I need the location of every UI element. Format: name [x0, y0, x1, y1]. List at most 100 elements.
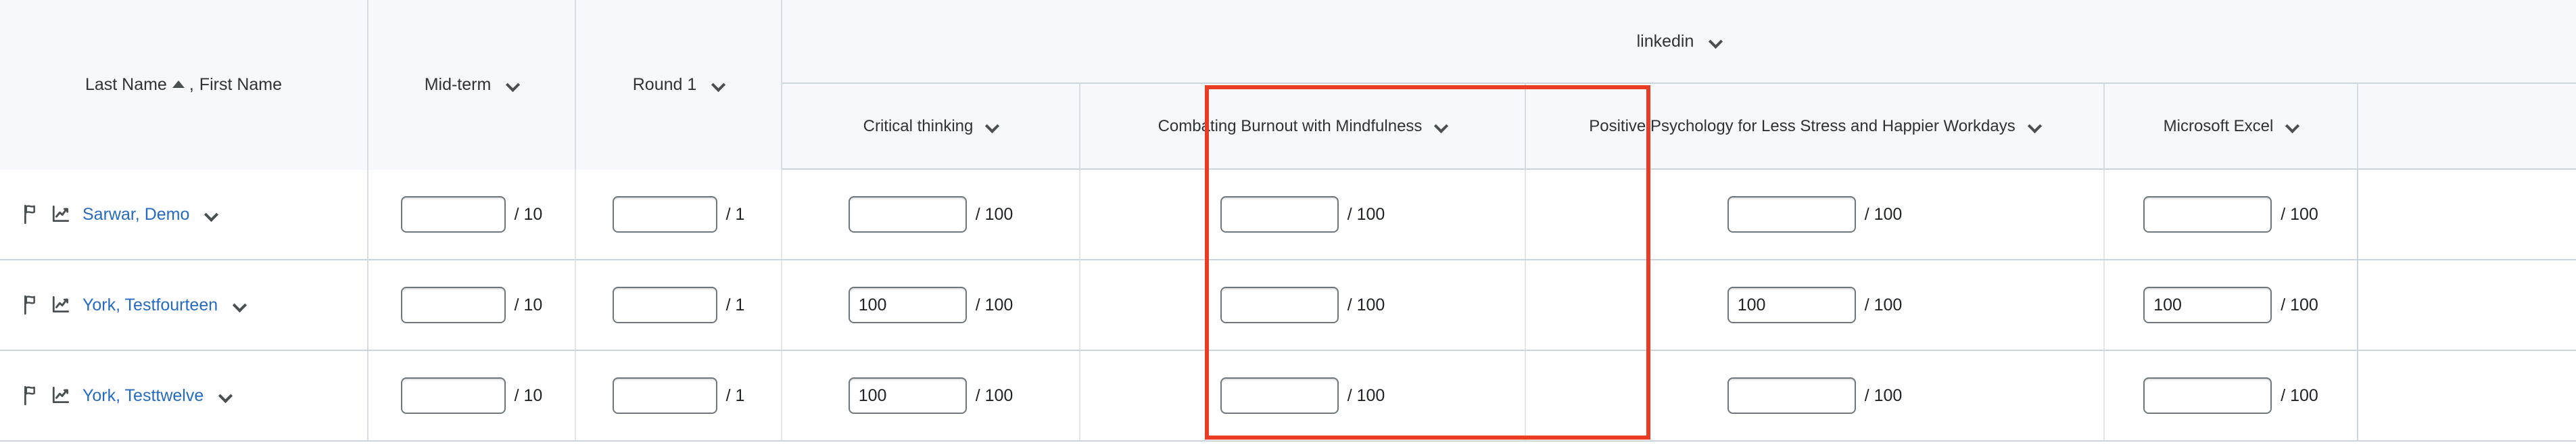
grade-entry: / 100 — [1727, 287, 1903, 323]
column-header-critical-thinking[interactable]: Critical thinking — [782, 84, 1080, 168]
grade-input-critical-thinking[interactable] — [848, 196, 967, 233]
grade-input-mid-term[interactable] — [400, 196, 506, 233]
grade-entry: / 100 — [1220, 196, 1385, 233]
column-header-mid-term[interactable]: Mid-term — [368, 0, 576, 170]
chevron-down-icon[interactable] — [1435, 120, 1447, 132]
grade-entry: / 100 — [2143, 377, 2318, 414]
grade-input-round-1[interactable] — [612, 196, 717, 233]
grade-input-microsoft-excel[interactable] — [2143, 377, 2272, 414]
student-name-wrapper: York, Testtwelve — [23, 385, 231, 406]
grade-cell-positive-psychology: / 100 — [1526, 170, 2105, 259]
grade-entry: / 100 — [1727, 196, 1903, 233]
grade-input-mid-term[interactable] — [400, 287, 506, 323]
grade-input-critical-thinking[interactable] — [848, 287, 967, 323]
table-body: Sarwar, Demo / 10 / 1 / 100 / 100 / 100 … — [0, 170, 2576, 445]
grade-input-positive-psychology[interactable] — [1727, 196, 1856, 233]
column-header-positive-psychology[interactable]: Positive Psychology for Less Stress and … — [1526, 84, 2105, 168]
grade-denominator: / 1 — [725, 385, 745, 405]
grade-denominator: / 10 — [514, 385, 543, 405]
chevron-down-icon[interactable] — [206, 209, 217, 220]
table-row: York, Testtwelve / 10 / 1 / — [0, 351, 2576, 442]
grade-input-microsoft-excel[interactable] — [2143, 196, 2272, 233]
grade-input-positive-psychology[interactable] — [1727, 377, 1856, 414]
grade-denominator: / 100 — [1347, 385, 1385, 405]
grade-entry: / 100 — [848, 196, 1013, 233]
grade-cell-positive-psychology: / 100 — [1526, 260, 2105, 350]
grade-cell-mid-term: / 10 — [368, 260, 576, 350]
flag-icon[interactable] — [23, 295, 41, 315]
grade-cell-combating-burnout: / 100 — [1080, 170, 1526, 259]
grade-entry: / 10 — [400, 196, 543, 233]
critical-thinking-label: Critical thinking — [863, 116, 974, 135]
grade-input-round-1[interactable] — [612, 287, 717, 323]
student-name-header-label: Last Name , First Name — [85, 75, 282, 95]
student-name-cell: York, Testfourteen — [0, 260, 368, 350]
group-header-linkedin[interactable]: linkedin — [782, 0, 2576, 84]
positive-psychology-label: Positive Psychology for Less Stress and … — [1589, 116, 2016, 135]
first-name-label: First Name — [199, 75, 283, 94]
grade-denominator: / 100 — [1347, 295, 1385, 314]
grade-entry: / 100 — [1220, 377, 1385, 414]
grade-input-microsoft-excel[interactable] — [2143, 287, 2272, 323]
column-header-round-1[interactable]: Round 1 — [576, 0, 782, 170]
chevron-down-icon[interactable] — [1710, 36, 1721, 47]
grade-entry: / 100 — [848, 287, 1013, 323]
grade-cell-mid-term: / 10 — [368, 351, 576, 440]
mid-term-header-label: Mid-term — [425, 75, 519, 95]
column-header-microsoft-excel[interactable]: Microsoft Excel — [2105, 84, 2358, 168]
trend-chart-icon[interactable] — [51, 385, 71, 406]
grade-entry: / 100 — [2143, 196, 2318, 233]
combating-burnout-header-label: Combating Burnout with Mindfulness — [1158, 117, 1448, 136]
student-name-link[interactable]: York, Testtwelve — [82, 386, 204, 406]
grade-entry: / 10 — [400, 287, 542, 323]
mid-term-label: Mid-term — [424, 75, 492, 94]
column-header-combating-burnout[interactable]: Combating Burnout with Mindfulness — [1080, 84, 1526, 168]
chevron-down-icon[interactable] — [234, 300, 245, 311]
chevron-down-icon[interactable] — [220, 390, 231, 402]
table-header: Last Name , First Name Mid-term Round 1 — [0, 0, 2576, 170]
last-name-label: Last Name — [85, 75, 167, 94]
trend-chart-icon[interactable] — [51, 204, 71, 225]
column-group-linkedin: linkedin Critical thinking Combating Bur… — [782, 0, 2576, 170]
chevron-down-icon[interactable] — [986, 120, 998, 132]
chevron-down-icon[interactable] — [2029, 120, 2041, 132]
grade-denominator: / 100 — [2281, 385, 2318, 405]
chevron-down-icon[interactable] — [507, 79, 519, 91]
student-name-wrapper: York, Testfourteen — [23, 295, 245, 315]
column-header-student-name[interactable]: Last Name , First Name — [0, 0, 368, 170]
group-header-linkedin-label: linkedin — [1637, 32, 1722, 51]
grade-input-combating-burnout[interactable] — [1220, 377, 1339, 414]
student-name-link[interactable]: Sarwar, Demo — [82, 205, 189, 225]
student-name-wrapper: Sarwar, Demo — [23, 204, 217, 225]
microsoft-excel-header-label: Microsoft Excel — [2164, 117, 2299, 136]
student-name-link[interactable]: York, Testfourteen — [82, 296, 218, 315]
combating-burnout-label: Combating Burnout with Mindfulness — [1158, 116, 1423, 135]
grade-cell-mid-term: / 10 — [368, 170, 576, 259]
round-1-header-label: Round 1 — [633, 75, 725, 95]
grade-input-mid-term[interactable] — [400, 377, 506, 414]
flag-icon[interactable] — [23, 204, 41, 225]
grade-denominator: / 10 — [514, 204, 543, 224]
table-row: Sarwar, Demo / 10 / 1 / 100 / 100 / 100 … — [0, 170, 2576, 260]
chevron-down-icon[interactable] — [713, 79, 724, 91]
round-1-label: Round 1 — [632, 75, 697, 94]
linkedin-label: linkedin — [1636, 31, 1694, 51]
grade-denominator: / 100 — [1864, 204, 1903, 224]
grade-entry: / 100 — [2143, 287, 2318, 323]
grade-input-combating-burnout[interactable] — [1220, 196, 1339, 233]
sort-ascending-triangle-icon[interactable] — [172, 80, 185, 88]
grade-input-positive-psychology[interactable] — [1727, 287, 1856, 323]
grade-cell-critical-thinking: / 100 — [782, 170, 1080, 259]
chevron-down-icon[interactable] — [2287, 120, 2298, 132]
grade-cell-round-1: / 1 — [576, 351, 782, 440]
grade-denominator: / 100 — [2281, 295, 2318, 314]
grade-denominator: / 100 — [1864, 295, 1903, 314]
grade-entry: / 1 — [612, 287, 744, 323]
flag-icon[interactable] — [23, 385, 41, 406]
trend-chart-icon[interactable] — [51, 295, 71, 315]
grade-denominator: / 100 — [975, 385, 1013, 405]
grade-cell-combating-burnout: / 100 — [1080, 260, 1526, 350]
grade-input-round-1[interactable] — [612, 377, 717, 414]
grade-input-combating-burnout[interactable] — [1220, 287, 1339, 323]
grade-input-critical-thinking[interactable] — [848, 377, 967, 414]
